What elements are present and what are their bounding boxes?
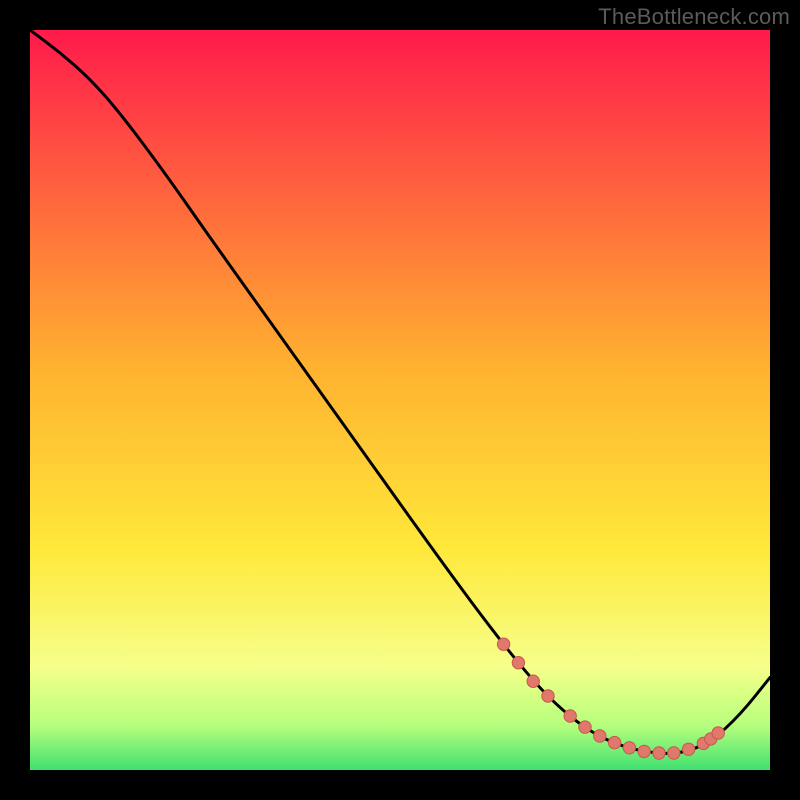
data-marker [542, 690, 554, 702]
data-marker [638, 745, 650, 757]
data-marker [653, 747, 665, 759]
data-marker [682, 743, 694, 755]
data-marker [712, 727, 724, 739]
data-marker [527, 675, 539, 687]
watermark-text: TheBottleneck.com [598, 4, 790, 30]
chart-svg [30, 30, 770, 770]
data-marker [512, 657, 524, 669]
chart-frame: TheBottleneck.com [0, 0, 800, 800]
data-marker [579, 721, 591, 733]
data-marker [668, 747, 680, 759]
data-marker [497, 638, 509, 650]
data-marker [594, 730, 606, 742]
data-marker [564, 710, 576, 722]
data-marker [608, 736, 620, 748]
plot-area [30, 30, 770, 770]
data-marker [623, 742, 635, 754]
